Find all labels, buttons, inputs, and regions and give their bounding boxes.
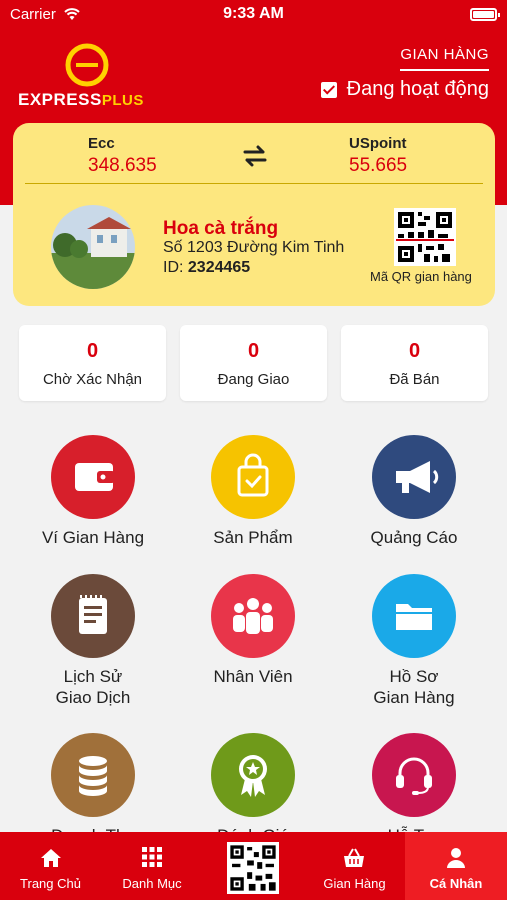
tab-label: Gian Hàng: [323, 876, 386, 891]
database-icon: [79, 756, 107, 796]
uspoint-value: 55.665: [349, 155, 408, 176]
menu-revenue[interactable]: Doanh Thu: [13, 733, 173, 846]
store-avatar[interactable]: [51, 205, 135, 289]
ecc-balance: Ecc 348.635: [88, 135, 157, 177]
qr-caption: Mã QR gian hàng: [370, 269, 472, 284]
people-icon: [233, 598, 273, 634]
person-icon: [447, 848, 465, 868]
tab-label: Trang Chủ: [20, 876, 81, 891]
stat-count: 0: [247, 340, 260, 362]
store-info-card: Ecc 348.635 USpoint 55.665 Hoa cà trắng …: [13, 123, 495, 306]
store-address: Số 1203 Đường Kim Tinh: [163, 239, 345, 256]
order-stats: 0 Chờ Xác Nhận 0 Đang Giao 0 Đã Bán: [19, 325, 489, 401]
menu-store-wallet[interactable]: Ví Gian Hàng: [13, 435, 173, 548]
menu-circle: [51, 574, 135, 658]
menu-label: Quảng Cáo: [370, 528, 458, 547]
shopping-bag-icon: [237, 453, 269, 497]
store-id-label: ID:: [163, 259, 184, 276]
tab-categories[interactable]: Danh Mục: [101, 832, 203, 900]
stat-count: 0: [86, 340, 99, 362]
basket-icon: [344, 848, 364, 867]
wallet-icon: [75, 463, 115, 491]
menu-label: Lịch Sử Giao Dịch: [55, 667, 131, 707]
menu-label: Nhân Viên: [213, 667, 293, 686]
menu-circle: [51, 733, 135, 817]
brand-name-main: EXPRESS: [18, 90, 102, 109]
menu-label: Hồ Sơ Gian Hàng: [373, 667, 455, 707]
award-icon: [239, 755, 267, 797]
stat-label: Đang Giao: [217, 371, 290, 388]
bottom-tab-bar: Trang Chủ Danh Mục Gian Hàng Cá Nhân: [0, 832, 507, 900]
home-icon: [41, 849, 61, 867]
menu-reviews[interactable]: Đánh Giá: [173, 733, 333, 846]
menu-circle: [372, 435, 456, 519]
menu-staff[interactable]: Nhân Viên: [173, 574, 333, 687]
stat-count: 0: [408, 340, 421, 362]
menu-circle: [372, 733, 456, 817]
menu-transaction-history[interactable]: Lịch Sử Giao Dịch: [13, 574, 173, 708]
menu-label: Ví Gian Hàng: [41, 528, 145, 547]
stat-label: Chờ Xác Nhận: [42, 371, 143, 388]
qr-code-icon[interactable]: [227, 842, 279, 894]
folder-icon: [396, 604, 432, 630]
menu-products[interactable]: Sản Phẩm: [173, 435, 333, 548]
grid-icon: [142, 847, 162, 867]
stat-awaiting-confirmation[interactable]: 0 Chờ Xác Nhận: [19, 325, 166, 401]
store-name: Hoa cà trắng: [163, 218, 279, 239]
clock: 9:33 AM: [223, 5, 284, 22]
tab-label: Cá Nhân: [429, 876, 483, 891]
tab-home[interactable]: Trang Chủ: [0, 832, 101, 900]
swap-arrows-icon[interactable]: [241, 145, 269, 167]
uspoint-balance: USpoint 55.665: [349, 135, 407, 177]
status-bar: Carrier 9:33 AM: [0, 0, 507, 30]
ecc-label: Ecc: [88, 135, 115, 152]
active-checkbox[interactable]: [320, 81, 337, 98]
ecc-value: 348.635: [88, 155, 157, 176]
menu-circle: [211, 733, 295, 817]
store-tab[interactable]: GIAN HÀNG: [400, 46, 489, 71]
menu-store-profile[interactable]: Hồ Sơ Gian Hàng: [334, 574, 494, 708]
stat-sold[interactable]: 0 Đã Bán: [341, 325, 488, 401]
card-divider: [25, 183, 483, 184]
menu-circle: [211, 435, 295, 519]
uspoint-label: USpoint: [349, 135, 407, 152]
store-qr-code[interactable]: [394, 208, 456, 266]
tab-profile[interactable]: Cá Nhân: [405, 832, 507, 900]
store-id: ID: 2324465: [163, 259, 250, 277]
menu-advertising[interactable]: Quảng Cáo: [334, 435, 494, 548]
menu-circle: [51, 435, 135, 519]
clipboard-icon: [79, 595, 107, 634]
store-id-value: 2324465: [187, 259, 251, 276]
brand-logo: EXPRESSPLUS: [16, 42, 166, 110]
menu-label: Sản Phẩm: [213, 528, 293, 547]
megaphone-icon: [396, 461, 439, 493]
active-status-label: Đang hoạt động: [346, 78, 489, 100]
tab-label: Danh Mục: [122, 876, 182, 891]
menu-circle: [211, 574, 295, 658]
battery-icon: [470, 8, 500, 21]
brand-name: EXPRESSPLUS: [18, 90, 144, 110]
menu-circle: [372, 574, 456, 658]
active-status-toggle[interactable]: Đang hoạt động: [320, 78, 489, 101]
headset-icon: [396, 757, 432, 795]
stat-shipping[interactable]: 0 Đang Giao: [180, 325, 327, 401]
logo-mark-icon: [65, 43, 109, 87]
brand-name-plus: PLUS: [101, 92, 144, 109]
stat-label: Đã Bán: [389, 371, 440, 388]
tab-store[interactable]: Gian Hàng: [304, 832, 405, 900]
menu-support[interactable]: Hỗ Trợ: [334, 733, 494, 846]
